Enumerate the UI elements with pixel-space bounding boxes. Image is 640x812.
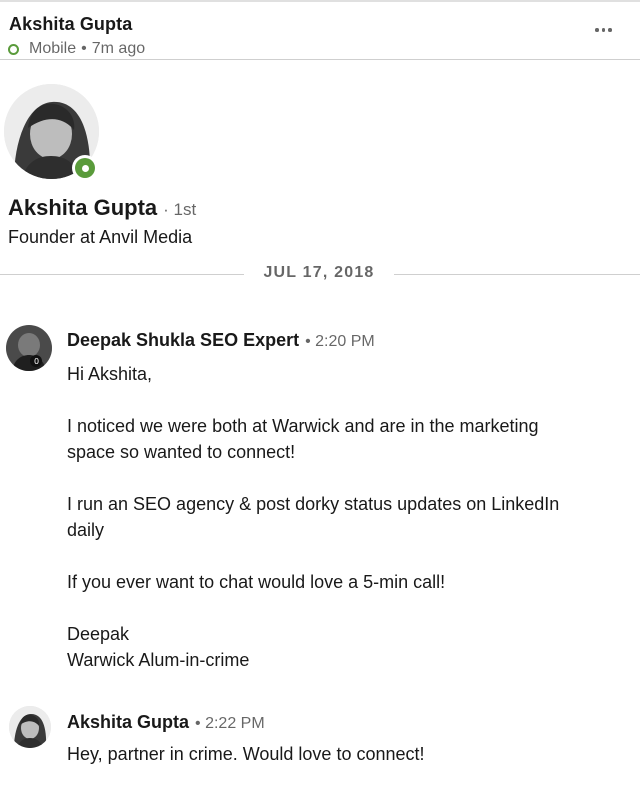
message-line: Hi Akshita, (67, 364, 153, 384)
sender-avatar[interactable] (9, 706, 51, 748)
message-line: Deepak (67, 624, 130, 644)
header-separator: • (81, 40, 87, 57)
profile-name[interactable]: Akshita Gupta (8, 195, 157, 221)
message-line: I noticed we were both at Warwick and ar… (67, 416, 539, 436)
message-timestamp: • 2:20 PM (305, 333, 375, 350)
online-status-icon (72, 155, 98, 181)
svg-text:0: 0 (34, 357, 39, 366)
header-status: Mobile • 7m ago (8, 40, 145, 58)
header-device: Mobile (29, 40, 77, 57)
message-line: Warwick Alum-in-crime (67, 650, 250, 670)
connection-degree: · 1st (163, 200, 197, 219)
more-horizontal-icon[interactable] (595, 28, 612, 32)
message-line: Hey, partner in crime. Would love to con… (67, 744, 425, 764)
message-header: Deepak Shukla SEO Expert • 2:20 PM (67, 330, 375, 351)
message-sender-name[interactable]: Akshita Gupta (67, 712, 189, 733)
divider-line-right (394, 274, 640, 275)
conversation-header: Akshita Gupta Mobile • 7m ago (0, 2, 640, 60)
mobile-presence-icon (8, 43, 19, 55)
sender-avatar[interactable]: 0 (6, 325, 52, 371)
message-sender-name[interactable]: Deepak Shukla SEO Expert (67, 330, 299, 351)
message-line: If you ever want to chat would love a 5-… (67, 572, 446, 592)
message-timestamp: • 2:22 PM (195, 715, 265, 732)
profile-name-line: Akshita Gupta · 1st (8, 195, 196, 221)
message-header: Akshita Gupta • 2:22 PM (67, 712, 265, 733)
divider-line-left (0, 274, 244, 275)
header-contact-name[interactable]: Akshita Gupta (9, 14, 132, 35)
date-label: JUL 17, 2018 (263, 264, 375, 281)
message-line: space so wanted to connect! (67, 442, 296, 462)
header-last-active: 7m ago (91, 40, 146, 57)
message-line: daily (67, 520, 105, 540)
profile-headline: Founder at Anvil Media (8, 227, 193, 247)
message-line: I run an SEO agency & post dorky status … (67, 494, 560, 514)
